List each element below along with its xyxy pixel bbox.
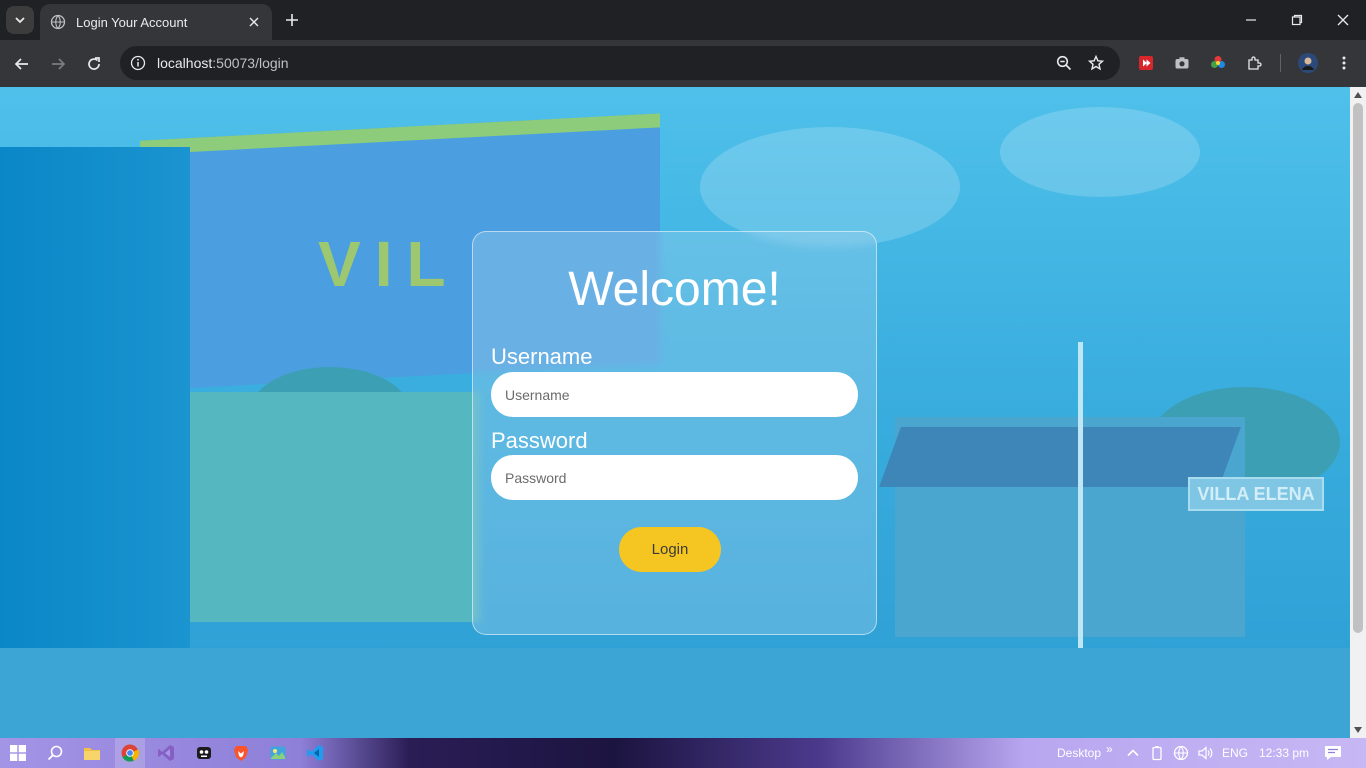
network-globe-icon[interactable] (1171, 743, 1191, 763)
vscode-icon[interactable] (305, 743, 325, 763)
tab-search-button[interactable] (6, 6, 34, 34)
camera-extension-icon[interactable] (1172, 53, 1192, 73)
username-input[interactable] (491, 372, 858, 417)
password-input[interactable] (491, 455, 858, 500)
scroll-down-icon[interactable] (1353, 725, 1363, 735)
roof-right (879, 427, 1241, 487)
extensions-puzzle-icon[interactable] (1244, 53, 1264, 73)
desktop-toolbar-more[interactable]: » (1106, 742, 1113, 756)
scrollbar-thumb[interactable] (1353, 103, 1363, 633)
browser-menu-icon[interactable] (1334, 53, 1354, 73)
file-explorer-icon[interactable] (82, 743, 102, 763)
welcome-heading: Welcome! (568, 263, 781, 316)
arrow-right-icon (52, 58, 66, 70)
tab-title: Login Your Account (76, 14, 188, 30)
notifications-icon[interactable] (1323, 743, 1343, 763)
restore-button[interactable] (1285, 8, 1309, 32)
bookmark-star-icon[interactable] (1086, 53, 1106, 73)
login-card: Welcome! Username Password Login (472, 231, 877, 635)
chevron-down-icon (15, 17, 25, 24)
image-editor-icon[interactable] (268, 743, 288, 763)
windows-start-icon[interactable] (8, 743, 28, 763)
username-label: Username (491, 344, 593, 369)
chrome-icon[interactable] (120, 743, 140, 763)
media-extension-icon[interactable] (1136, 53, 1156, 73)
close-window-button[interactable] (1331, 8, 1355, 32)
new-tab-button[interactable] (280, 8, 304, 32)
plus-icon (286, 14, 298, 26)
password-label: Password (491, 428, 588, 453)
color-picker-extension-icon[interactable] (1208, 53, 1228, 73)
chevron-up-icon[interactable] (1123, 743, 1143, 763)
zoom-icon[interactable] (1054, 53, 1074, 73)
cloud-shape (700, 127, 960, 247)
building-left (180, 392, 480, 622)
close-icon (1337, 14, 1349, 26)
volume-icon[interactable] (1195, 743, 1215, 763)
toolbar-divider (1280, 54, 1281, 72)
url-text: localhost:50073/login (157, 55, 1120, 71)
url-rest: :50073/login (212, 55, 289, 71)
brave-browser-icon[interactable] (231, 743, 251, 763)
globe-icon (50, 14, 66, 30)
gate-arch-letters: VIL (318, 228, 460, 300)
visual-studio-icon[interactable] (156, 743, 176, 763)
page-viewport: VIL VILLA ELENA Welcome! Username Passwo… (0, 87, 1350, 738)
desktop-toolbar-label[interactable]: Desktop (1057, 746, 1101, 760)
back-button[interactable] (8, 50, 36, 78)
url-host: localhost (157, 55, 213, 71)
login-button[interactable]: Login (619, 527, 721, 572)
scroll-up-icon[interactable] (1353, 90, 1363, 100)
game-app-icon[interactable] (194, 743, 214, 763)
arrow-left-icon (14, 58, 28, 70)
browser-toolbar: localhost:50073/login (0, 40, 1366, 87)
language-indicator[interactable]: ENG (1222, 746, 1248, 760)
active-tab[interactable]: Login Your Account (40, 4, 272, 40)
browser-tab-bar: Login Your Account (0, 0, 1366, 40)
flag-pole (1078, 342, 1083, 682)
minimize-button[interactable] (1239, 8, 1263, 32)
minimize-icon (1246, 19, 1256, 21)
reload-icon (88, 57, 100, 70)
village-sign: VILLA ELENA (1188, 477, 1324, 511)
forward-button[interactable] (44, 50, 72, 78)
battery-icon[interactable] (1147, 743, 1167, 763)
page-scrollbar[interactable] (1350, 87, 1366, 738)
road (0, 648, 1350, 738)
search-icon[interactable] (45, 743, 65, 763)
cloud-shape (1000, 107, 1200, 197)
reload-button[interactable] (80, 50, 108, 78)
restore-icon (1291, 14, 1303, 26)
site-info-icon[interactable] (128, 53, 148, 73)
close-tab-icon[interactable] (246, 14, 262, 30)
address-bar[interactable]: localhost:50073/login (120, 46, 1120, 80)
clock-time[interactable]: 12:33 pm (1259, 746, 1309, 760)
windows-taskbar: Desktop » ENG 12:33 pm (0, 738, 1366, 768)
profile-avatar[interactable] (1298, 53, 1318, 73)
